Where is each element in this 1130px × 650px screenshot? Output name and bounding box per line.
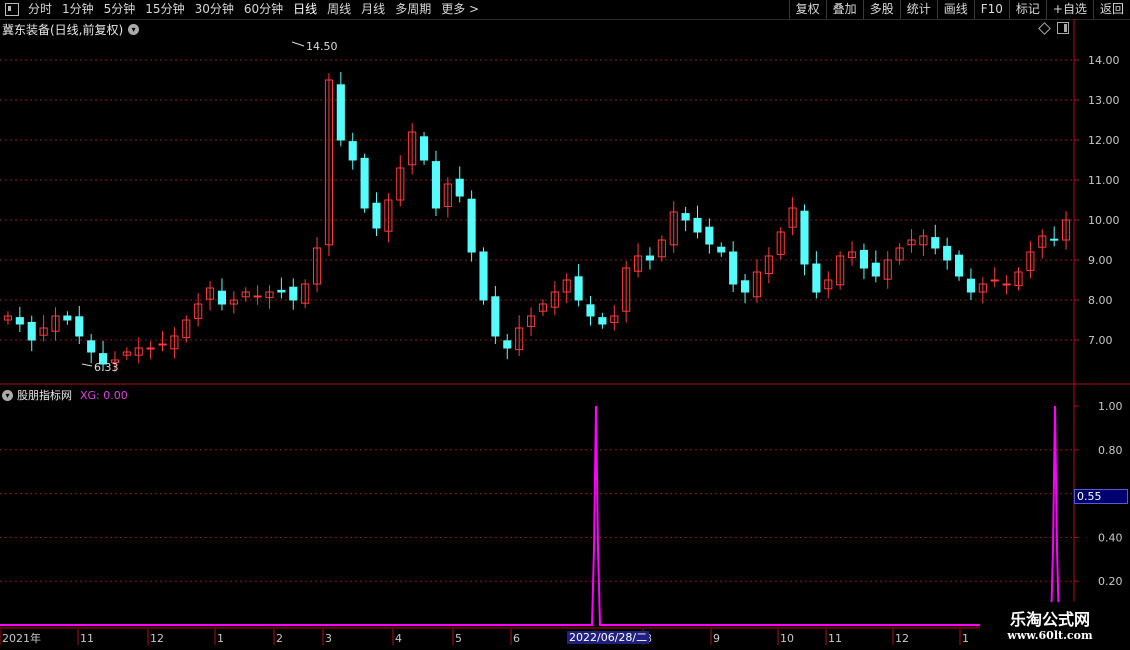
candle-body: [871, 262, 880, 277]
low-price-label: 6.33: [94, 361, 119, 374]
candle-body: [645, 255, 655, 261]
candle-body: [75, 316, 84, 337]
price-axis-label: 9.00: [1088, 254, 1113, 267]
candle-body: [931, 237, 940, 249]
kline-chart[interactable]: 14.0013.0012.0011.0010.009.008.007.0014.…: [0, 0, 1130, 650]
candle-body: [158, 343, 167, 346]
candle-body: [372, 202, 381, 229]
candle-body: [348, 141, 357, 161]
date-axis-label: 3: [325, 632, 332, 645]
candle-body: [954, 254, 964, 277]
candle-body: [503, 340, 512, 349]
chevron-down-icon[interactable]: ▾: [2, 389, 13, 401]
candle-body: [336, 84, 345, 141]
date-axis-label: 4: [395, 632, 402, 645]
candle-body: [15, 317, 24, 325]
indicator-axis-label: 0.80: [1098, 444, 1123, 457]
candle-body: [729, 251, 738, 285]
date-axis-label: 11: [80, 632, 94, 645]
date-cursor-badge: 2022/06/28/二: [567, 631, 650, 644]
candle-body: [146, 347, 155, 350]
date-axis-label: 1: [217, 632, 224, 645]
date-axis-label: 11: [828, 632, 842, 645]
price-axis-label: 11.00: [1088, 174, 1120, 187]
candle-body: [693, 217, 702, 233]
candle-body: [812, 263, 821, 293]
watermark-url: www.60lt.com: [1007, 629, 1093, 642]
candle-body: [360, 157, 369, 209]
candle-body: [491, 296, 500, 337]
candle-body: [943, 245, 952, 261]
date-axis-label: 12: [150, 632, 164, 645]
price-axis-label: 14.00: [1088, 54, 1120, 67]
watermark: 乐淘公式网 www.60lt.com: [980, 602, 1130, 650]
candle-body: [717, 246, 726, 253]
watermark-title: 乐淘公式网: [1009, 610, 1090, 629]
indicator-axis-label: 0.40: [1098, 531, 1123, 544]
candle-body: [1050, 238, 1059, 241]
high-price-label: 14.50: [306, 40, 338, 53]
candle-body: [217, 290, 227, 305]
candle-body: [63, 315, 72, 321]
indicator-name: 股朋指标网: [17, 389, 72, 402]
candle-body: [990, 279, 999, 282]
candle-body: [681, 213, 690, 221]
date-axis-label: 2021年: [2, 631, 41, 645]
low-marker: [81, 363, 93, 367]
cursor-value-badge: 0.55: [1074, 489, 1128, 504]
indicator-axis-label: 0.20: [1098, 575, 1123, 588]
date-axis-label: 10: [780, 632, 794, 645]
date-axis-label: 1: [962, 632, 969, 645]
candle-body: [574, 276, 583, 301]
date-axis-label: 12: [895, 632, 909, 645]
indicator-value: XG: 0.00: [80, 388, 128, 402]
candle-body: [586, 304, 595, 317]
candle-body: [253, 295, 262, 298]
candle-body: [966, 278, 976, 293]
candle-body: [800, 210, 809, 265]
candle-body: [705, 226, 714, 245]
candle-body: [289, 286, 298, 301]
price-axis-label: 8.00: [1088, 294, 1113, 307]
indicator-line: [0, 405, 1061, 626]
price-axis-label: 7.00: [1088, 334, 1113, 347]
date-axis-label: 9: [713, 632, 720, 645]
date-axis-label: 6: [513, 632, 520, 645]
candle-body: [455, 178, 464, 197]
price-axis-label: 13.00: [1088, 94, 1120, 107]
indicator-title-bar[interactable]: ▾ 股朋指标网 XG: 0.00: [2, 387, 128, 403]
price-axis-label: 10.00: [1088, 214, 1120, 227]
candle-body: [479, 251, 488, 301]
candle-body: [859, 249, 869, 269]
high-marker: [291, 41, 305, 47]
date-axis-label: 5: [455, 632, 462, 645]
candle-body: [598, 317, 607, 325]
indicator-axis-label: 1.00: [1098, 400, 1123, 413]
candle-body: [467, 198, 476, 253]
date-axis-label: 2: [276, 632, 283, 645]
candle-body: [277, 289, 286, 293]
candle-body: [419, 136, 429, 161]
candle-body: [87, 340, 96, 353]
candle-body: [1002, 283, 1011, 286]
candle-body: [740, 280, 750, 293]
candle-body: [27, 321, 36, 341]
price-axis-label: 12.00: [1088, 134, 1120, 147]
candle-body: [431, 161, 441, 209]
